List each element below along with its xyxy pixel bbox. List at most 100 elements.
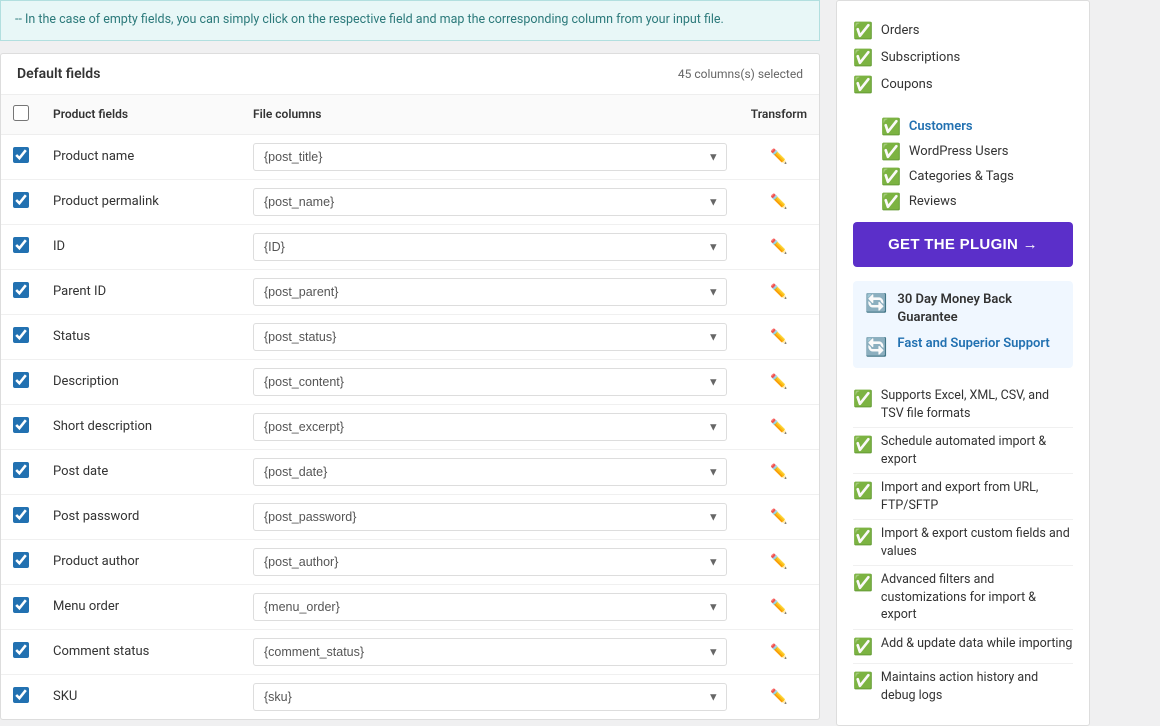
check-icon: ✅ [853, 75, 873, 94]
check-icon: ✅ [853, 670, 873, 692]
row-field-name: Product permalink [41, 179, 241, 224]
row-field-name: ID [41, 224, 241, 269]
file-column-select[interactable]: {post_title} [253, 143, 727, 171]
row-file-column[interactable]: {post_excerpt} ▼ [241, 404, 739, 449]
row-checkbox[interactable] [13, 372, 29, 388]
edit-icon[interactable]: ✏️ [751, 284, 807, 300]
sidebar-sub-feature-item: ✅Reviews [881, 189, 1073, 214]
col-checkbox [1, 95, 41, 135]
row-checkbox[interactable] [13, 147, 29, 163]
file-column-select[interactable]: {sku} [253, 683, 727, 711]
check-icon: ✅ [881, 192, 901, 211]
check-icon: ✅ [853, 636, 873, 658]
guarantee-section: 🔄 30 Day Money Back Guarantee 🔄 Fast and… [853, 281, 1073, 368]
row-field-name: Post password [41, 494, 241, 539]
row-checkbox[interactable] [13, 552, 29, 568]
row-field-name: Product name [41, 134, 241, 179]
row-file-column[interactable]: {post_author} ▼ [241, 539, 739, 584]
check-icon: ✅ [853, 388, 873, 410]
edit-icon[interactable]: ✏️ [751, 554, 807, 570]
row-checkbox-cell [1, 179, 41, 224]
feature-label: Orders [881, 23, 920, 38]
row-checkbox[interactable] [13, 687, 29, 703]
row-file-column[interactable]: {post_title} ▼ [241, 134, 739, 179]
fields-table: Product fields File columns Transform Pr… [1, 95, 819, 719]
row-checkbox[interactable] [13, 282, 29, 298]
file-column-select[interactable]: {post_name} [253, 188, 727, 216]
row-file-column[interactable]: {post_content} ▼ [241, 359, 739, 404]
row-file-column[interactable]: {ID} ▼ [241, 224, 739, 269]
edit-icon[interactable]: ✏️ [751, 644, 807, 660]
row-file-column[interactable]: {post_date} ▼ [241, 449, 739, 494]
row-transform-cell: ✏️ [739, 539, 819, 584]
row-field-name: Comment status [41, 629, 241, 674]
edit-icon[interactable]: ✏️ [751, 689, 807, 705]
row-checkbox[interactable] [13, 507, 29, 523]
edit-icon[interactable]: ✏️ [751, 194, 807, 210]
table-row: SKU {sku} ▼ ✏️ [1, 674, 819, 719]
file-column-select[interactable]: {post_password} [253, 503, 727, 531]
row-field-name: Description [41, 359, 241, 404]
row-checkbox[interactable] [13, 597, 29, 613]
get-plugin-button[interactable]: GET THE PLUGIN → [853, 222, 1073, 267]
row-file-column[interactable]: {post_name} ▼ [241, 179, 739, 224]
file-column-select[interactable]: {post_content} [253, 368, 727, 396]
row-transform-cell: ✏️ [739, 179, 819, 224]
row-file-column[interactable]: {post_parent} ▼ [241, 269, 739, 314]
edit-icon[interactable]: ✏️ [751, 509, 807, 525]
support-text: Fast and Superior Support [897, 335, 1049, 353]
fields-section: Default fields 45 columns(s) selected Pr… [0, 53, 820, 720]
edit-icon[interactable]: ✏️ [751, 464, 807, 480]
sidebar: ✅Orders✅Subscriptions✅Coupons ✅Customers… [820, 0, 1090, 726]
file-column-select[interactable]: {comment_status} [253, 638, 727, 666]
file-column-select[interactable]: {post_parent} [253, 278, 727, 306]
file-column-select[interactable]: {post_author} [253, 548, 727, 576]
edit-icon[interactable]: ✏️ [751, 599, 807, 615]
feature-text: Import & export custom fields and values [881, 525, 1073, 560]
check-icon: ✅ [853, 434, 873, 456]
table-row: Post date {post_date} ▼ ✏️ [1, 449, 819, 494]
row-checkbox[interactable] [13, 327, 29, 343]
feature-label: Subscriptions [881, 50, 960, 65]
feature-list: ✅Supports Excel, XML, CSV, and TSV file … [853, 382, 1073, 709]
file-column-select[interactable]: {post_date} [253, 458, 727, 486]
feature-list-item: ✅Add & update data while importing [853, 630, 1073, 664]
edit-icon[interactable]: ✏️ [751, 374, 807, 390]
table-row: Comment status {comment_status} ▼ ✏️ [1, 629, 819, 674]
row-checkbox[interactable] [13, 192, 29, 208]
row-file-column[interactable]: {comment_status} ▼ [241, 629, 739, 674]
edit-icon[interactable]: ✏️ [751, 239, 807, 255]
row-transform-cell: ✏️ [739, 674, 819, 719]
feature-list-item: ✅Import & export custom fields and value… [853, 520, 1073, 566]
file-column-select[interactable]: {menu_order} [253, 593, 727, 621]
file-column-select[interactable]: {ID} [253, 233, 727, 261]
support-item: 🔄 Fast and Superior Support [865, 335, 1061, 358]
table-row: Short description {post_excerpt} ▼ ✏️ [1, 404, 819, 449]
row-checkbox-cell [1, 314, 41, 359]
sub-feature-label: Categories & Tags [909, 169, 1014, 184]
row-checkbox-cell [1, 269, 41, 314]
row-checkbox[interactable] [13, 417, 29, 433]
edit-icon[interactable]: ✏️ [751, 329, 807, 345]
row-checkbox-cell [1, 494, 41, 539]
edit-icon[interactable]: ✏️ [751, 149, 807, 165]
sidebar-sub-feature-item: ✅Categories & Tags [881, 164, 1073, 189]
row-checkbox[interactable] [13, 237, 29, 253]
row-file-column[interactable]: {menu_order} ▼ [241, 584, 739, 629]
row-file-column[interactable]: {sku} ▼ [241, 674, 739, 719]
select-wrapper: {post_excerpt} ▼ [253, 413, 727, 441]
col-transform: Transform [739, 95, 819, 135]
file-column-select[interactable]: {post_status} [253, 323, 727, 351]
row-checkbox-cell [1, 539, 41, 584]
row-checkbox[interactable] [13, 462, 29, 478]
select-all-checkbox[interactable] [13, 105, 29, 121]
file-column-select[interactable]: {post_excerpt} [253, 413, 727, 441]
banner-text: -- In the case of empty fields, you can … [15, 12, 724, 27]
check-icon: ✅ [853, 572, 873, 594]
edit-icon[interactable]: ✏️ [751, 419, 807, 435]
row-file-column[interactable]: {post_password} ▼ [241, 494, 739, 539]
row-checkbox[interactable] [13, 642, 29, 658]
select-wrapper: {post_password} ▼ [253, 503, 727, 531]
row-checkbox-cell [1, 449, 41, 494]
row-file-column[interactable]: {post_status} ▼ [241, 314, 739, 359]
